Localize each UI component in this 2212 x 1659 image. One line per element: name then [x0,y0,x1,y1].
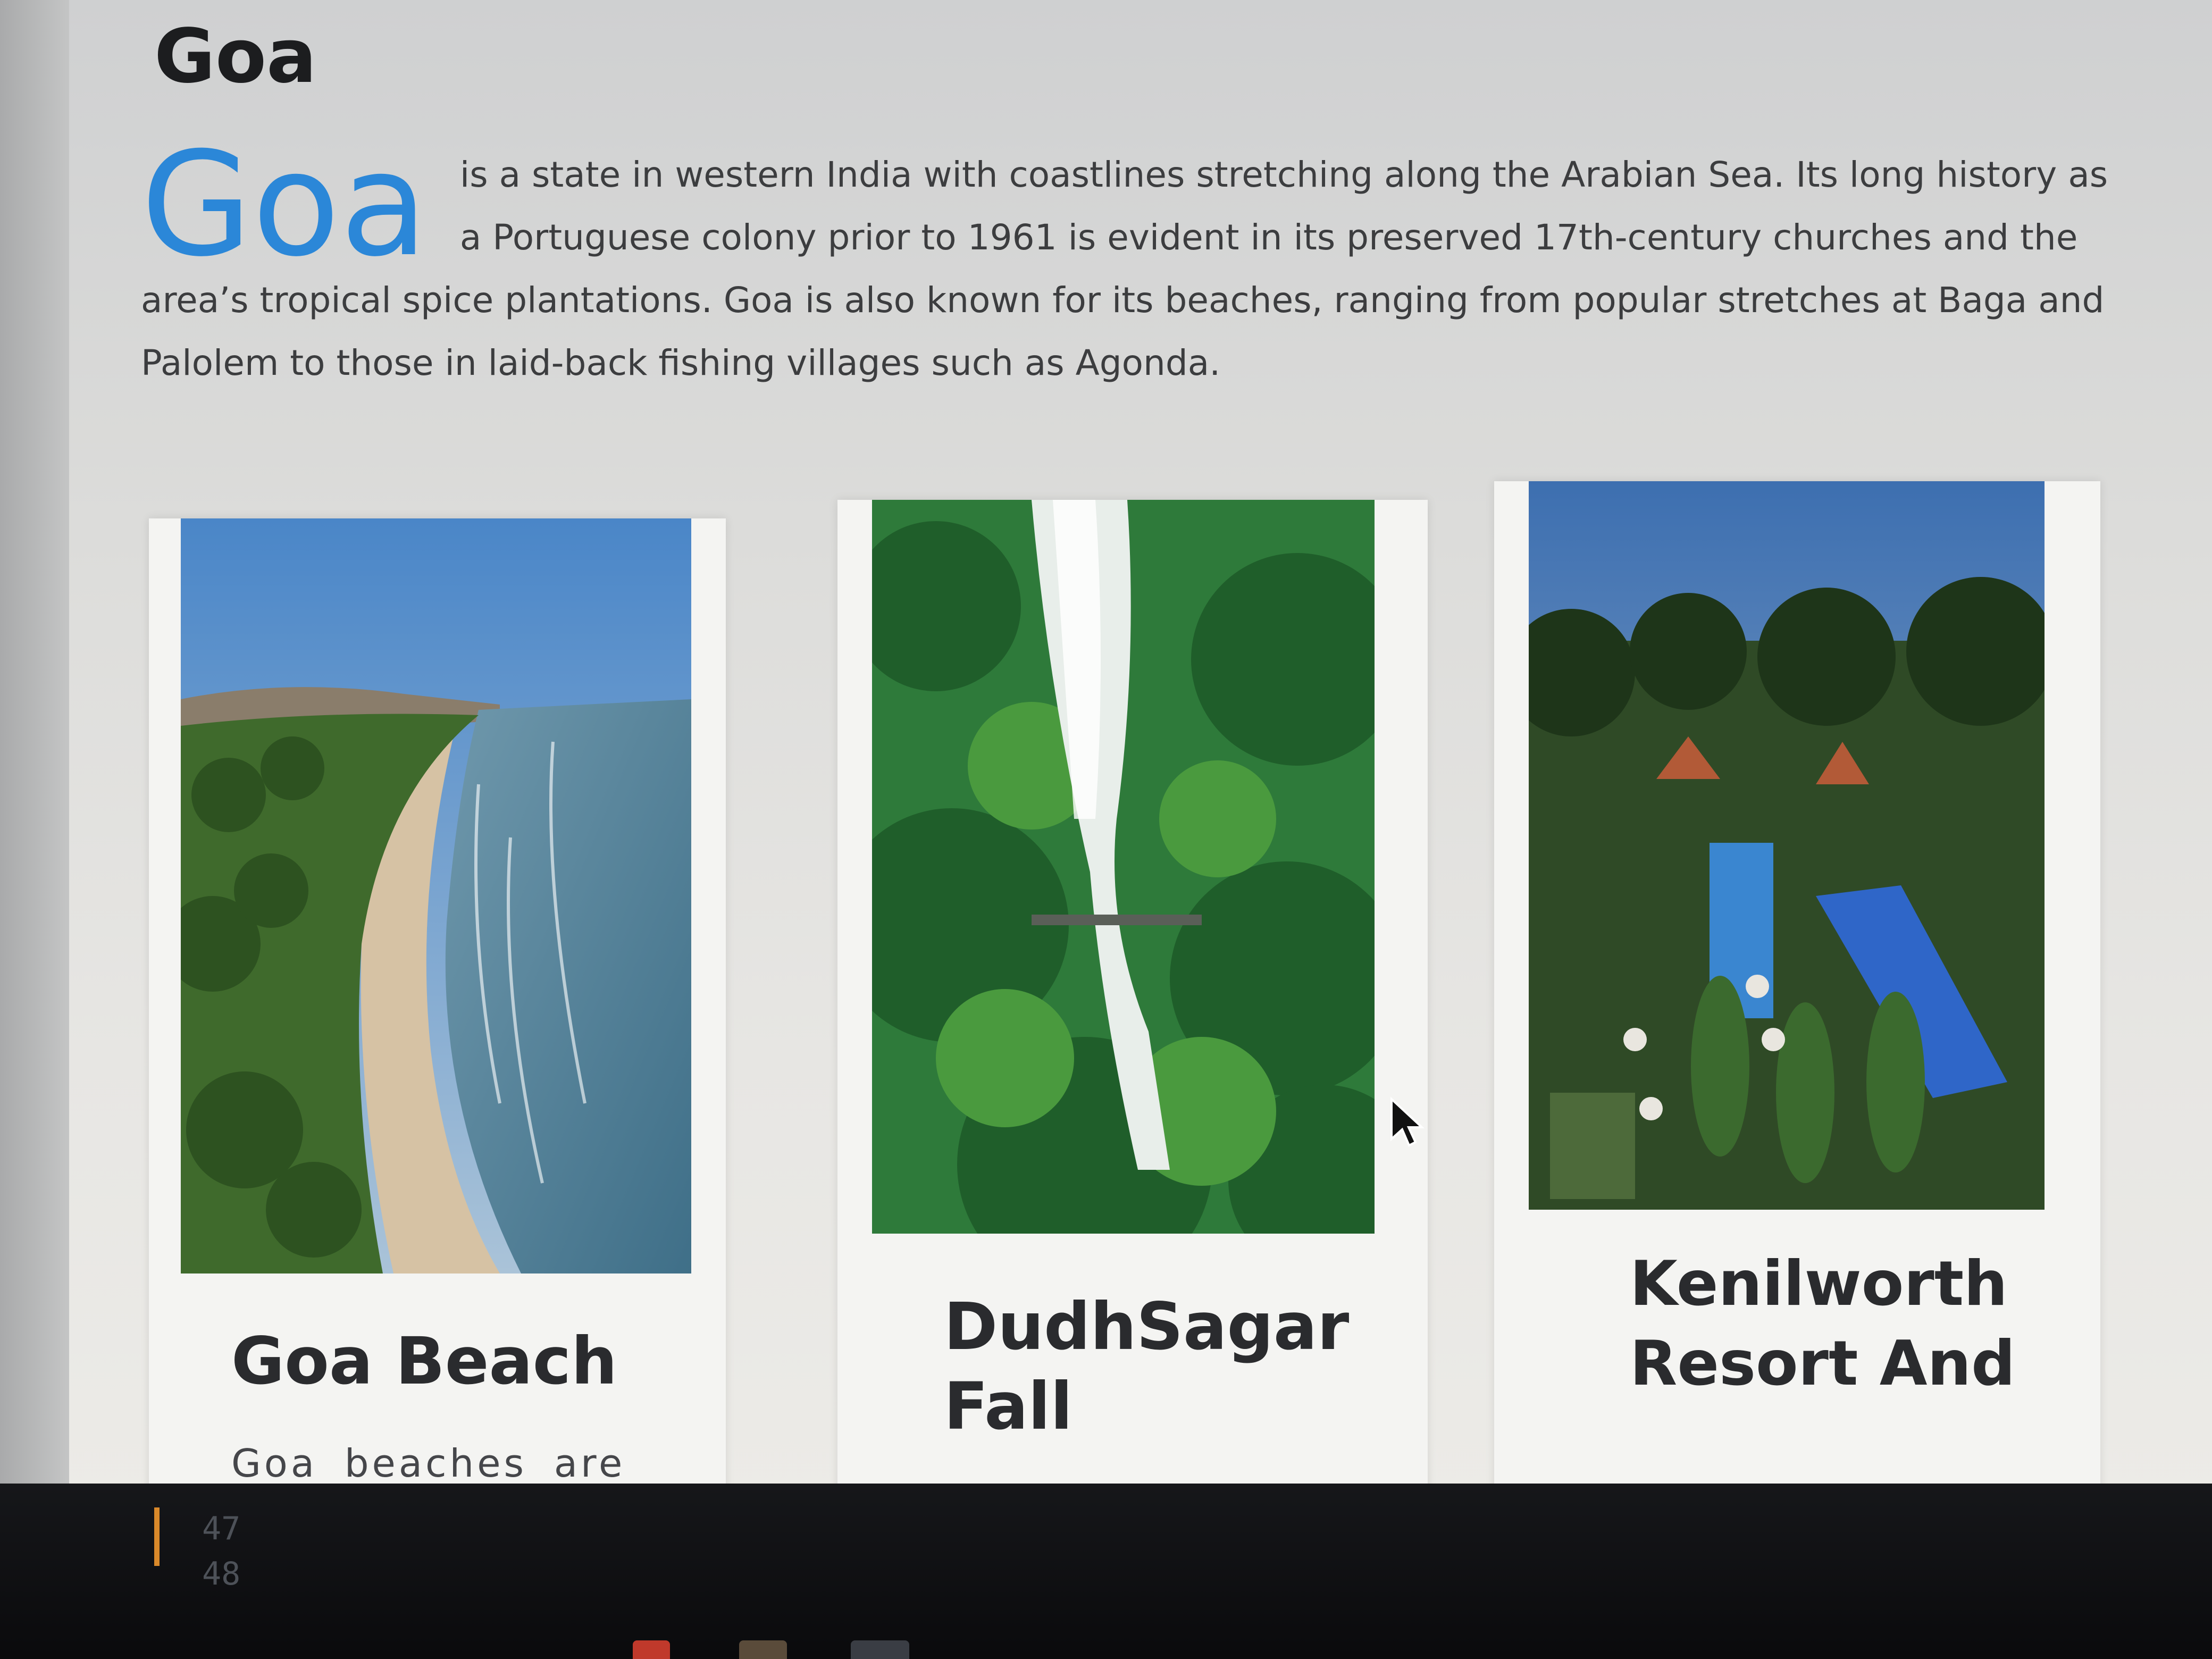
cursor-arrow-icon [1390,1096,1425,1147]
taskbar-app-icon[interactable] [851,1640,909,1659]
line-number: 48 [202,1555,241,1593]
intro-dropcap: Goa [141,121,428,288]
taskbar-app-icon[interactable] [633,1640,670,1659]
beach-photo [181,518,691,1273]
card-dudhsagar-fall[interactable]: DudhSagar Fall [837,500,1428,1505]
intro-text: is a state in western India with coastli… [141,154,2108,383]
card-kenilworth-resort[interactable]: Kenilworth Resort And [1494,481,2100,1505]
page-title: Goa [154,13,317,100]
taskbar [0,1484,2212,1659]
browser-viewport: Goa Goa is a state in western India with… [0,0,2212,1505]
line-marker [154,1507,160,1566]
left-scroll-strip [0,0,69,1505]
intro-paragraph: Goa is a state in western India with coa… [141,133,2135,395]
card-title[interactable]: Kenilworth Resort And [1630,1244,2034,1404]
taskbar-app-icon[interactable] [739,1640,787,1659]
waterfall-photo [872,500,1375,1234]
card-title[interactable]: DudhSagar Fall [944,1287,1359,1446]
resort-photo [1529,481,2045,1210]
card-goa-beach[interactable]: Goa Beach Goa beaches are just [149,518,726,1505]
card-title[interactable]: Goa Beach [231,1321,617,1401]
line-number: 47 [202,1510,241,1547]
